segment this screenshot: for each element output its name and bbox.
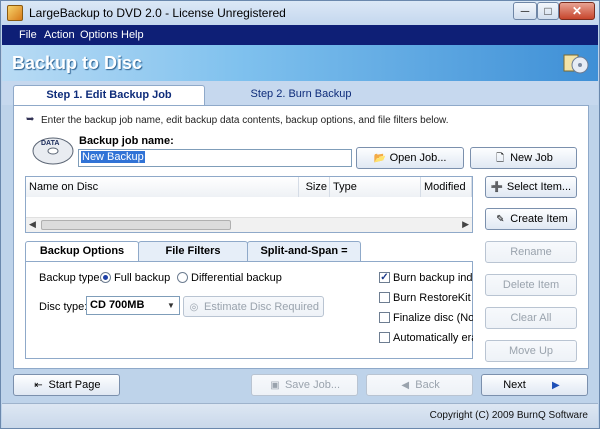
create-item-button[interactable]: ✎ Create Item [485, 208, 577, 230]
move-up-button[interactable]: Move Up [485, 340, 577, 362]
close-button[interactable]: ✕ [559, 2, 595, 20]
select-icon: ➕ [490, 182, 504, 193]
disc-type-label: Disc type: [39, 301, 88, 313]
estimate-icon: ◎ [189, 302, 199, 313]
status-bar: Copyright (C) 2009 BurnQ Software [2, 403, 598, 428]
save-job-button[interactable]: ▣ Save Job... [251, 374, 358, 396]
next-arrow-icon: ▶ [551, 380, 560, 391]
estimate-disc-button[interactable]: ◎ Estimate Disc Required [183, 296, 324, 317]
new-document-icon: 🗋 [496, 153, 505, 164]
menu-help[interactable]: Help [121, 29, 144, 41]
column-type[interactable]: Type [330, 177, 421, 197]
window-title: LargeBackup to DVD 2.0 - License Unregis… [29, 6, 286, 20]
rename-button[interactable]: Rename [485, 241, 577, 263]
job-name-label: Backup job name: [79, 135, 174, 147]
disc-icon-label: DATA [41, 140, 59, 147]
full-backup-radio[interactable] [100, 272, 111, 283]
maximize-button[interactable]: □ [537, 2, 559, 20]
new-job-button[interactable]: 🗋 New Job [470, 147, 577, 169]
back-button[interactable]: ◀ Back [366, 374, 473, 396]
save-icon: ▣ [270, 380, 280, 391]
backup-type-label: Backup type: [39, 272, 103, 284]
chevron-down-icon: ▼ [167, 301, 175, 310]
job-name-value: New Backup [81, 151, 145, 163]
options-tabs: Backup Options File Filters Split-and-Sp… [25, 241, 473, 276]
disc-type-select[interactable]: CD 700MB ▼ [86, 296, 180, 315]
scroll-right-icon[interactable]: ▶ [462, 219, 469, 230]
banner: Backup to Disc [2, 45, 598, 81]
differential-backup-radio[interactable] [177, 272, 188, 283]
auto-erase-label[interactable]: Automatically erase [393, 332, 473, 344]
horizontal-scrollbar[interactable]: ◀ ▶ [26, 217, 472, 232]
select-item-button[interactable]: ➕ Select Item... [485, 176, 577, 198]
scroll-left-icon[interactable]: ◀ [29, 219, 36, 230]
menu-options[interactable]: Options [80, 29, 118, 41]
clear-all-button[interactable]: Clear All [485, 307, 577, 329]
app-icon [7, 5, 23, 21]
app-window: LargeBackup to DVD 2.0 - License Unregis… [0, 0, 600, 429]
tab-backup-options[interactable]: Backup Options [25, 241, 139, 262]
start-page-button[interactable]: ⇤ Start Page [13, 374, 120, 396]
differential-backup-label[interactable]: Differential backup [191, 272, 282, 284]
create-icon: ✎ [496, 214, 505, 225]
menu-bar: File Action Options Help [2, 25, 598, 45]
finalize-checkbox[interactable] [379, 312, 390, 323]
start-page-icon: ⇤ [34, 380, 43, 391]
banner-title: Backup to Disc [12, 53, 143, 73]
minimize-button[interactable]: ─ [513, 2, 537, 20]
data-disc-icon: DATA [32, 137, 74, 165]
column-name[interactable]: Name on Disc [26, 177, 299, 197]
discs-icon [563, 54, 589, 74]
delete-item-button[interactable]: Delete Item [485, 274, 577, 296]
tab-step1[interactable]: Step 1. Edit Backup Job [13, 85, 205, 105]
tab-step2[interactable]: Step 2. Burn Backup [205, 85, 397, 105]
tab-split-and-span[interactable]: Split-and-Span = OFF [247, 241, 361, 276]
file-list[interactable]: Name on Disc Size Type Modified ◀ ▶ [25, 176, 473, 233]
auto-erase-checkbox[interactable] [379, 332, 390, 343]
full-backup-label[interactable]: Full backup [114, 272, 170, 284]
menu-file[interactable]: File [19, 29, 37, 41]
job-name-input[interactable]: New Backup [78, 149, 352, 167]
scroll-thumb[interactable] [41, 220, 231, 230]
open-job-button[interactable]: 📂 Open Job... [356, 147, 464, 169]
restorekit-checkbox[interactable] [379, 292, 390, 303]
restorekit-label[interactable]: Burn RestoreKit Inst [393, 292, 473, 304]
copyright-text: Copyright (C) 2009 BurnQ Software [429, 410, 588, 421]
arrow-icon: ➥ [26, 114, 35, 125]
burn-index-label[interactable]: Burn backup index c [393, 272, 473, 284]
intro-text: Enter the backup job name, edit backup d… [41, 115, 449, 126]
tab-file-filters[interactable]: File Filters [138, 241, 248, 261]
next-button[interactable]: Next ▶ [481, 374, 588, 396]
finalize-label[interactable]: Finalize disc (No furt [393, 312, 473, 324]
column-modified[interactable]: Modified [421, 177, 472, 197]
title-bar: LargeBackup to DVD 2.0 - License Unregis… [1, 1, 599, 25]
column-size[interactable]: Size [299, 177, 330, 197]
folder-icon: 📂 [373, 153, 387, 164]
burn-index-checkbox[interactable]: ✓ [379, 272, 390, 283]
back-arrow-icon: ◀ [401, 380, 410, 391]
menu-action[interactable]: Action [44, 29, 75, 41]
